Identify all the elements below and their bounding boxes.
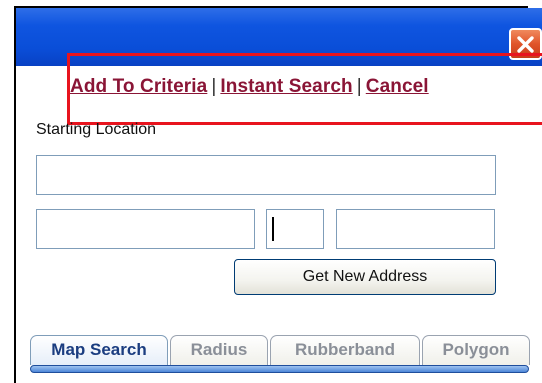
action-links-bar: Add To Criteria | Instant Search | Cancel <box>70 76 429 98</box>
starting-location-label: Starting Location <box>36 121 157 138</box>
tab-polygon[interactable]: Polygon <box>422 335 530 365</box>
tab-map-search[interactable]: Map Search <box>30 335 168 365</box>
add-to-criteria-link[interactable]: Add To Criteria <box>70 76 207 97</box>
link-separator: | <box>211 76 217 97</box>
tab-radius[interactable]: Radius <box>170 335 268 365</box>
text-cursor <box>272 217 274 241</box>
instant-search-link[interactable]: Instant Search <box>220 76 352 97</box>
tab-rubberband[interactable]: Rubberband <box>270 335 420 365</box>
city-input[interactable] <box>36 209 255 249</box>
tab-panel-strip <box>30 365 529 373</box>
link-separator: | <box>356 76 362 97</box>
state-input[interactable] <box>266 209 324 249</box>
close-icon <box>517 36 534 53</box>
get-new-address-button[interactable]: Get New Address <box>234 259 496 295</box>
address-input[interactable] <box>36 155 496 195</box>
zip-input[interactable] <box>336 209 495 249</box>
cancel-link[interactable]: Cancel <box>366 76 429 97</box>
